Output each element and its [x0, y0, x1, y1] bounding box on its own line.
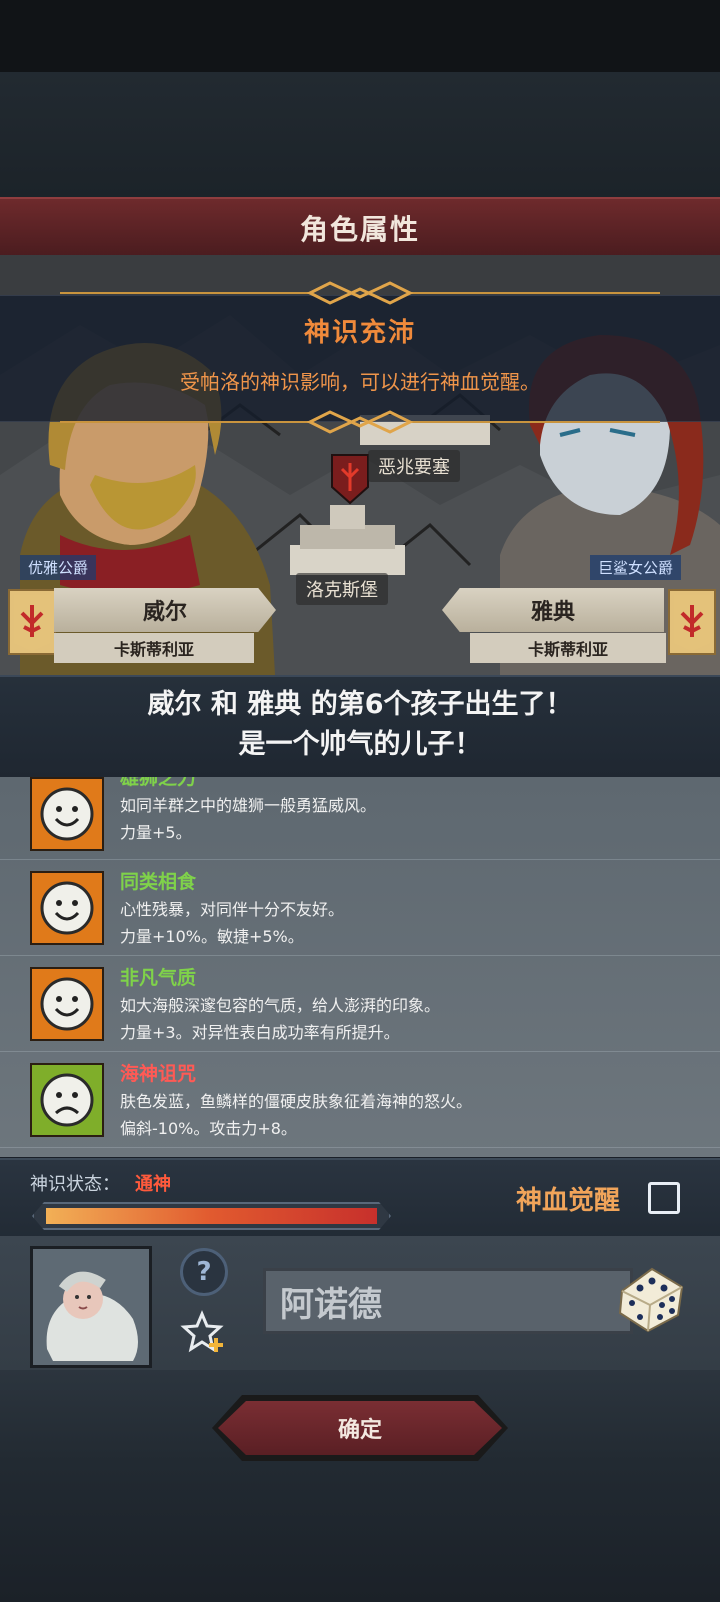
father-house: 卡斯蒂利亚	[54, 633, 254, 663]
mother-house-flag	[668, 589, 716, 655]
divine-progress-bar	[32, 1202, 391, 1230]
trait-item[interactable]: 非凡气质 如大海般深邃包容的气质，给人澎湃的印象。 力量+3。对异性表白成功率有…	[0, 955, 720, 1052]
trait-effect: 偏斜-10%。攻击力+8。	[120, 1119, 297, 1138]
trait-description: 肤色发蓝，鱼鳞样的僵硬皮肤象征着海神的怒火。	[120, 1092, 473, 1111]
random-name-dice-button[interactable]	[614, 1261, 688, 1335]
trait-item[interactable]: 同类相食 心性残暴，对同伴十分不友好。 力量+10%。敏捷+5%。	[0, 859, 720, 956]
ornament-top	[60, 281, 660, 305]
page-title: 角色属性	[299, 213, 420, 246]
map-label-castle[interactable]: 洛克斯堡	[296, 573, 388, 605]
mother-title: 巨鲨女公爵	[590, 555, 682, 580]
divine-progress-fill	[46, 1208, 377, 1224]
child-avatar	[30, 1246, 152, 1368]
smile-icon	[30, 967, 104, 1041]
help-button[interactable]: ?	[180, 1248, 228, 1296]
trait-name: 同类相食	[120, 871, 197, 893]
child-naming-row: ? 阿诺德	[0, 1236, 720, 1372]
house-crest-icon	[14, 595, 50, 651]
smile-icon	[30, 871, 104, 945]
awaken-label: 神血觉醒	[516, 1186, 621, 1216]
smile-icon	[30, 777, 104, 851]
trait-name: 海神诅咒	[120, 1063, 197, 1085]
trait-description: 如大海般深邃包容的气质，给人澎湃的印象。	[120, 996, 441, 1015]
divine-status-label: 神识状态：	[30, 1174, 120, 1195]
ornament-bottom	[60, 410, 660, 434]
question-icon: ?	[196, 1257, 212, 1287]
map-label-fortress[interactable]: 恶兆要塞	[368, 450, 460, 482]
baby-icon	[33, 1249, 149, 1365]
house-crest-icon	[674, 595, 710, 651]
notification-title: 神识充沛	[303, 318, 416, 348]
child-name-input[interactable]: 阿诺德	[263, 1268, 633, 1334]
trait-description: 心性残暴，对同伴十分不友好。	[120, 900, 345, 919]
trait-effect: 力量+3。对异性表白成功率有所提升。	[120, 1023, 400, 1042]
trait-list[interactable]: 雄狮之力 如同羊群之中的雄狮一般勇猛威风。 力量+5。 同类相食 心性残暴，对同…	[0, 777, 720, 1157]
frown-icon	[30, 1063, 104, 1137]
father-house-flag	[8, 589, 56, 655]
header-bar: 角色属性	[0, 197, 720, 259]
father-name: 威尔	[54, 588, 276, 632]
trait-name: 非凡气质	[120, 967, 197, 989]
trait-description: 如同羊群之中的雄狮一般勇猛威风。	[120, 796, 377, 815]
divine-status-value: 通神	[135, 1174, 171, 1195]
child-name-value: 阿诺德	[280, 1284, 382, 1325]
mother-name: 雅典	[442, 588, 664, 632]
divine-status-panel: 神识状态： 通神 神血觉醒	[0, 1158, 720, 1238]
notification-subtitle: 受帕洛的神识影响，可以进行神血觉醒。	[180, 370, 540, 394]
trait-item[interactable]: 海神诅咒 肤色发蓝，鱼鳞样的僵硬皮肤象征着海神的怒火。 偏斜-10%。攻击力+8…	[0, 1051, 720, 1148]
awaken-checkbox[interactable]	[648, 1182, 680, 1214]
mother-house: 卡斯蒂利亚	[470, 633, 666, 663]
birth-line-2: 是一个帅气的儿子！	[238, 729, 482, 760]
trait-effect: 力量+10%。敏捷+5%。	[120, 927, 304, 946]
bottom-panel: 确定	[0, 1370, 720, 1602]
birth-message: 威尔 和 雅典 的第6个孩子出生了！ 是一个帅气的儿子！	[0, 675, 720, 779]
trait-effect: 力量+5。	[120, 823, 192, 842]
birth-line-1: 威尔 和 雅典 的第6个孩子出生了！	[147, 689, 573, 720]
trait-item[interactable]: 雄狮之力 如同羊群之中的雄狮一般勇猛威风。 力量+5。	[0, 777, 720, 860]
top-band	[0, 72, 720, 197]
confirm-button[interactable]: 确定	[218, 1401, 502, 1455]
top-status-bar	[0, 0, 720, 72]
trait-name: 雄狮之力	[120, 777, 197, 789]
father-title: 优雅公爵	[20, 555, 97, 580]
favorite-star-button[interactable]	[180, 1308, 228, 1356]
